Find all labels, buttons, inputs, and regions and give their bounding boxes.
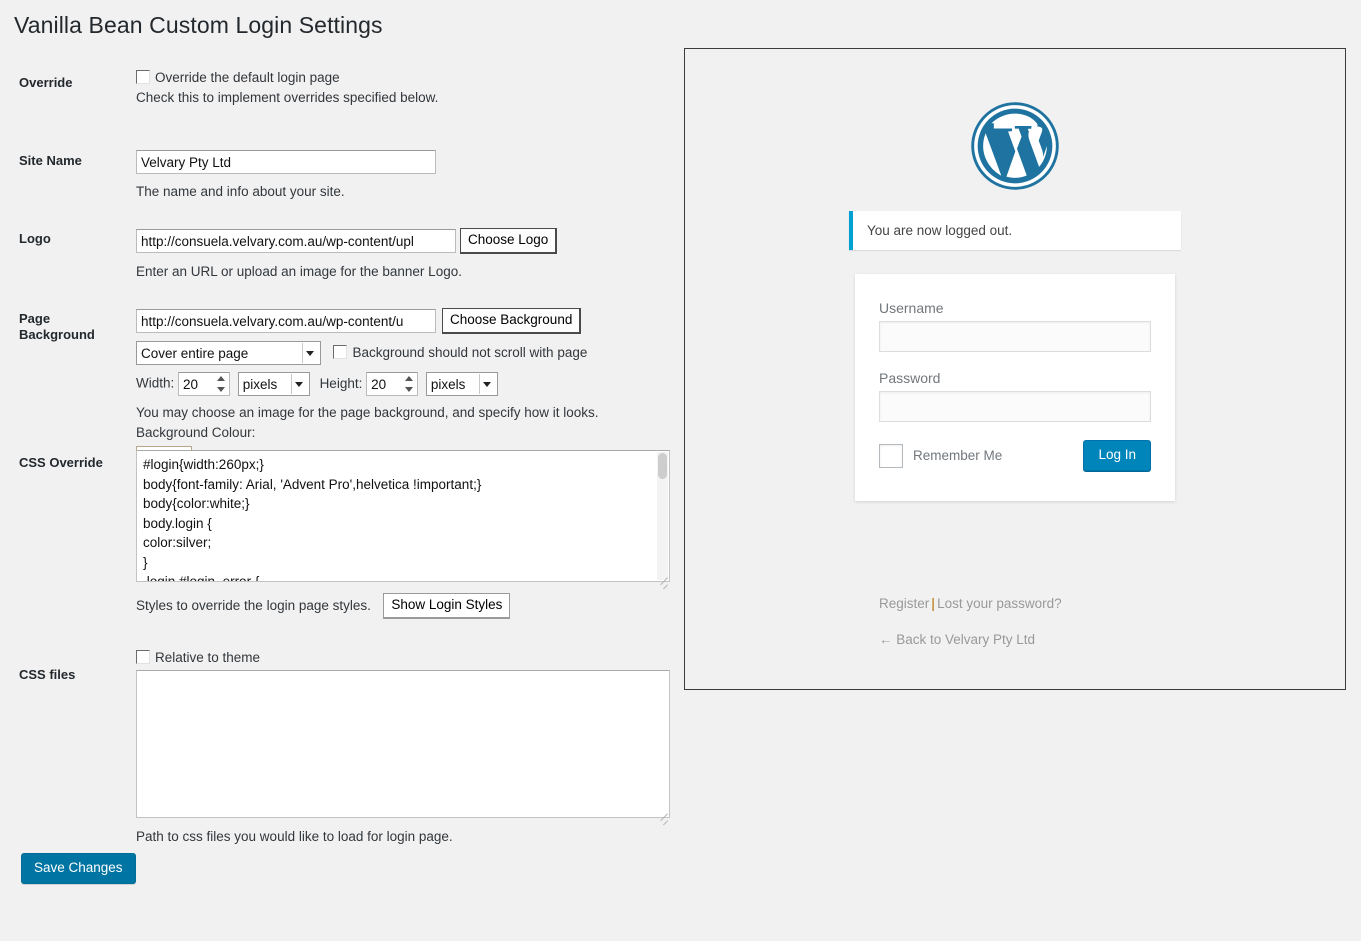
label-site-name: Site Name <box>19 153 82 168</box>
logged-out-message-text: You are now logged out. <box>867 223 1013 238</box>
logo-url-input[interactable] <box>136 229 456 254</box>
login-preview-panel: You are now logged out. Username Passwor… <box>684 48 1346 690</box>
wordpress-logo-icon <box>971 102 1059 190</box>
height-unit-select-wrap[interactable]: pixels <box>425 372 498 397</box>
register-link[interactable]: Register <box>879 596 929 611</box>
spinner-down-icon[interactable] <box>405 387 414 393</box>
page-background-url-input[interactable] <box>136 309 436 334</box>
remember-and-submit-row: Remember Me Log In <box>879 440 1151 472</box>
row-logo: Logo Choose Logo Enter an URL or upload … <box>0 210 680 290</box>
no-scroll-label: Background should not scroll with page <box>352 345 588 361</box>
background-colour-label: Background Colour: <box>136 424 256 440</box>
links-separator: | <box>931 596 936 611</box>
css-override-scrollbar[interactable] <box>657 452 668 580</box>
width-spinner-arrows[interactable] <box>217 375 226 393</box>
override-checkbox-row[interactable]: Override the default login page <box>136 68 672 88</box>
height-spinner-arrows[interactable] <box>405 375 414 393</box>
show-login-styles-button[interactable]: Show Login Styles <box>383 593 511 620</box>
width-stepper[interactable] <box>178 372 231 397</box>
height-label: Height: <box>319 375 363 391</box>
settings-page: Vanilla Bean Custom Login Settings Overr… <box>0 0 1361 941</box>
page-title: Vanilla Bean Custom Login Settings <box>14 12 383 38</box>
css-files-textarea-wrap <box>136 670 670 826</box>
label-page-background-line2: Background <box>19 327 95 342</box>
row-site-name: Site Name The name and info about your s… <box>0 132 680 210</box>
page-background-description: You may choose an image for the page bac… <box>136 405 599 421</box>
logged-out-message: You are now logged out. <box>849 211 1181 250</box>
back-to-site-link[interactable]: ← Back to Velvary Pty Ltd <box>879 632 1035 647</box>
remember-me-row[interactable]: Remember Me <box>879 443 1003 468</box>
row-page-background: Page Background Choose Background Cover … <box>0 290 680 478</box>
spinner-up-icon[interactable] <box>217 376 226 382</box>
width-unit-select[interactable]: pixels <box>237 372 310 397</box>
spinner-up-icon[interactable] <box>405 376 414 382</box>
no-scroll-checkbox[interactable] <box>333 345 348 360</box>
css-override-description: Styles to override the login page styles… <box>136 598 371 614</box>
override-checkbox-label: Override the default login page <box>155 70 340 85</box>
relative-to-theme-label: Relative to theme <box>155 650 261 665</box>
choose-logo-button[interactable]: Choose Logo <box>460 228 558 255</box>
label-page-background-line1: Page <box>19 311 51 326</box>
row-override: Override Override the default login page… <box>0 60 680 132</box>
username-label: Username <box>879 300 944 316</box>
css-override-textarea-wrap: #login{width:260px;} body{font-family: A… <box>136 450 670 590</box>
wordpress-logo-wrap <box>685 101 1345 196</box>
background-size-select-wrap[interactable]: Cover entire page <box>136 341 321 366</box>
relative-to-theme-row[interactable]: Relative to theme <box>136 650 672 665</box>
label-override: Override <box>19 75 73 90</box>
scrollbar-thumb[interactable] <box>658 453 667 479</box>
site-name-description: The name and info about your site. <box>136 184 345 199</box>
login-form: Username Password Remember Me Log In <box>855 274 1175 502</box>
password-label: Password <box>879 370 941 386</box>
label-logo: Logo <box>19 231 51 246</box>
width-label: Width: <box>136 375 175 391</box>
override-checkbox[interactable] <box>136 70 150 84</box>
remember-me-checkbox[interactable] <box>879 443 903 468</box>
override-description: Check this to implement overrides specif… <box>136 89 439 105</box>
password-input[interactable] <box>879 391 1151 422</box>
height-unit-select[interactable]: pixels <box>425 372 498 397</box>
save-changes-button[interactable]: Save Changes <box>21 853 136 884</box>
background-size-select[interactable]: Cover entire page <box>136 341 321 366</box>
no-scroll-checkbox-row[interactable]: Background should not scroll with page <box>333 345 587 360</box>
row-css-files: CSS files Relative to theme Path to css … <box>0 640 680 844</box>
label-css-files: CSS files <box>19 667 76 682</box>
login-nav-links: Register | Lost your password? <box>879 596 1062 611</box>
spinner-down-icon[interactable] <box>217 387 226 393</box>
row-css-override: CSS Override #login{width:260px;} body{f… <box>0 450 680 640</box>
remember-me-label: Remember Me <box>913 448 1003 464</box>
site-name-input[interactable] <box>136 150 436 174</box>
height-stepper[interactable] <box>366 372 419 397</box>
label-page-background: Page Background <box>19 311 129 343</box>
label-css-override: CSS Override <box>19 455 103 470</box>
lost-password-link[interactable]: Lost your password? <box>937 596 1062 611</box>
width-unit-select-wrap[interactable]: pixels <box>237 372 310 397</box>
username-input[interactable] <box>879 321 1151 352</box>
logo-description: Enter an URL or upload an image for the … <box>136 264 462 280</box>
css-override-textarea[interactable]: #login{width:260px;} body{font-family: A… <box>136 450 670 582</box>
settings-form: Override Override the default login page… <box>0 60 680 900</box>
css-files-textarea[interactable] <box>136 670 670 818</box>
row-save: Save Changes <box>0 840 680 900</box>
log-in-button[interactable]: Log In <box>1083 440 1151 472</box>
choose-background-button[interactable]: Choose Background <box>442 308 582 335</box>
relative-to-theme-checkbox[interactable] <box>136 650 150 664</box>
